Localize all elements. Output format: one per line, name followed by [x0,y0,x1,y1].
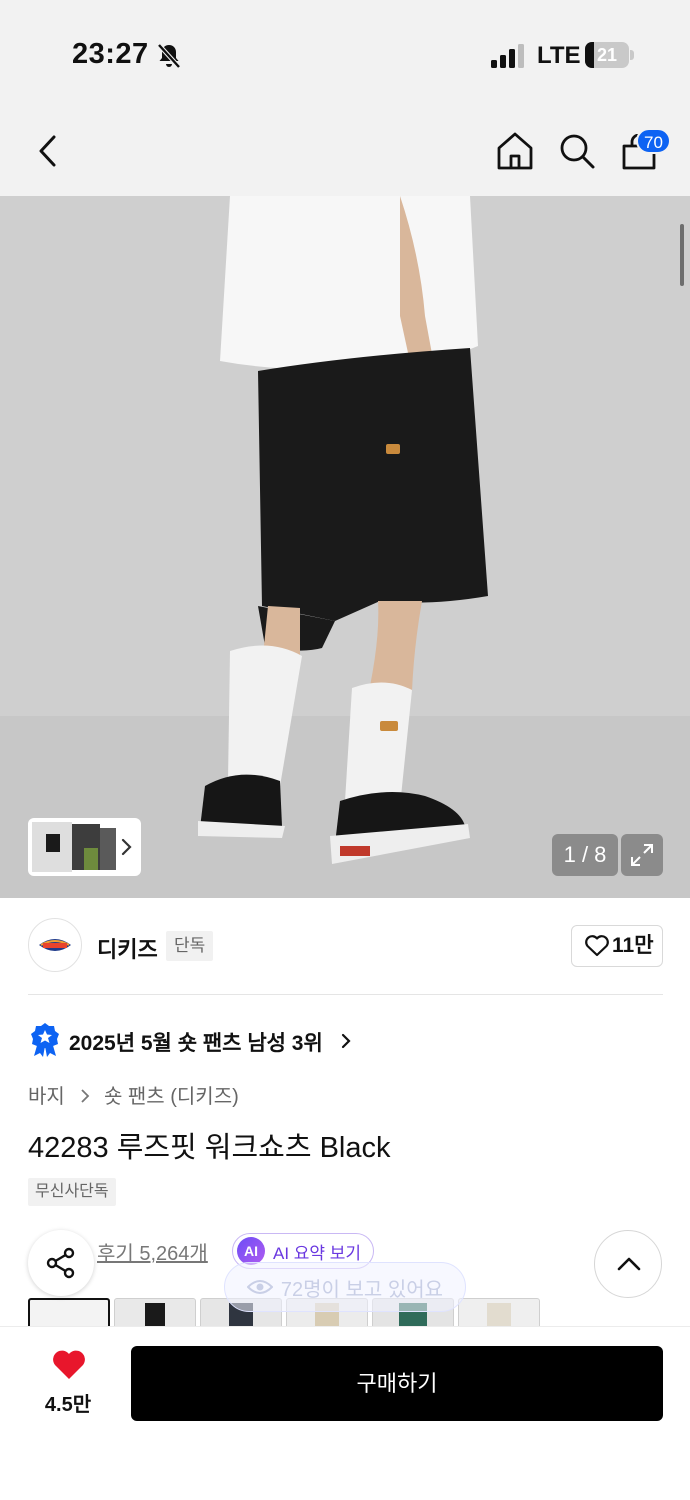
live-viewers-toast: 72명이 보고 있어요 [224,1262,466,1312]
review-count-link[interactable]: 후기 5,264개 [97,1237,208,1266]
color-swatch [145,1303,165,1327]
product-photo [0,196,690,898]
brand-like-count: 11만 [612,934,654,957]
expand-image-button[interactable] [621,834,663,876]
search-icon[interactable] [558,132,596,170]
cart-count-badge: 70 [636,128,671,154]
status-time: 23:27 [72,38,149,70]
heart-outline-icon [585,935,609,957]
ai-badge-icon: AI [237,1237,265,1265]
brand-exclusive-tag: 단독 [166,931,214,961]
ranking-medal-icon [31,1023,59,1057]
chevron-up-icon [617,1257,641,1271]
color-option-thumb[interactable] [28,1298,110,1328]
color-option-thumb[interactable] [458,1298,540,1328]
chevron-right-icon [81,1089,90,1103]
scroll-to-top-button[interactable] [594,1230,662,1298]
battery-cap [630,50,634,60]
breadcrumb-item-pants[interactable]: 바지 [28,1080,65,1109]
chevron-right-icon [341,1033,351,1049]
bell-slash-icon [157,43,181,69]
brand-logo[interactable] [28,918,82,972]
network-type: LTE [537,42,581,69]
section-divider [28,994,663,995]
brand-like-button[interactable]: 11만 [571,925,663,967]
product-image-carousel[interactable] [0,196,690,898]
share-button[interactable] [28,1230,94,1296]
battery-level: 21 [596,45,618,65]
image-page-counter: 1 / 8 [552,834,618,876]
eye-icon [246,1280,273,1294]
wishlist-count: 4.5만 [44,1394,92,1416]
live-viewers-text: 72명이 보고 있어요 [280,1278,444,1301]
musinsa-exclusive-tag: 무신사단독 [28,1178,116,1206]
image-scroll-indicator [680,224,684,286]
signal-bars-icon [491,44,524,68]
brand-name[interactable]: 디키즈 [97,932,158,964]
dickies-logo [39,939,71,951]
expand-icon [631,844,653,866]
thumbnail-previews [32,822,116,872]
product-title: 42283 루즈핏 워크쇼츠 Black [28,1132,391,1164]
color-option-thumb[interactable] [114,1298,196,1328]
buy-button[interactable]: 구매하기 [131,1346,663,1421]
breadcrumb: 바지 숏 팬츠 (디키즈) [28,1080,239,1109]
share-icon [46,1247,75,1279]
back-chevron-icon[interactable] [34,134,62,168]
ranking-text: 2025년 5월 숏 팬츠 남성 3위 [69,1032,323,1055]
color-swatch [487,1303,511,1327]
image-thumbnails-button[interactable] [28,818,141,876]
breadcrumb-item-short-pants[interactable]: 숏 팬츠 (디키즈) [104,1080,239,1109]
chevron-right-icon [121,838,132,856]
home-icon[interactable] [496,131,534,171]
heart-filled-icon[interactable] [51,1348,87,1382]
ai-summary-label: AI 요약 보기 [273,1243,362,1263]
battery-icon: 21 [585,42,629,68]
